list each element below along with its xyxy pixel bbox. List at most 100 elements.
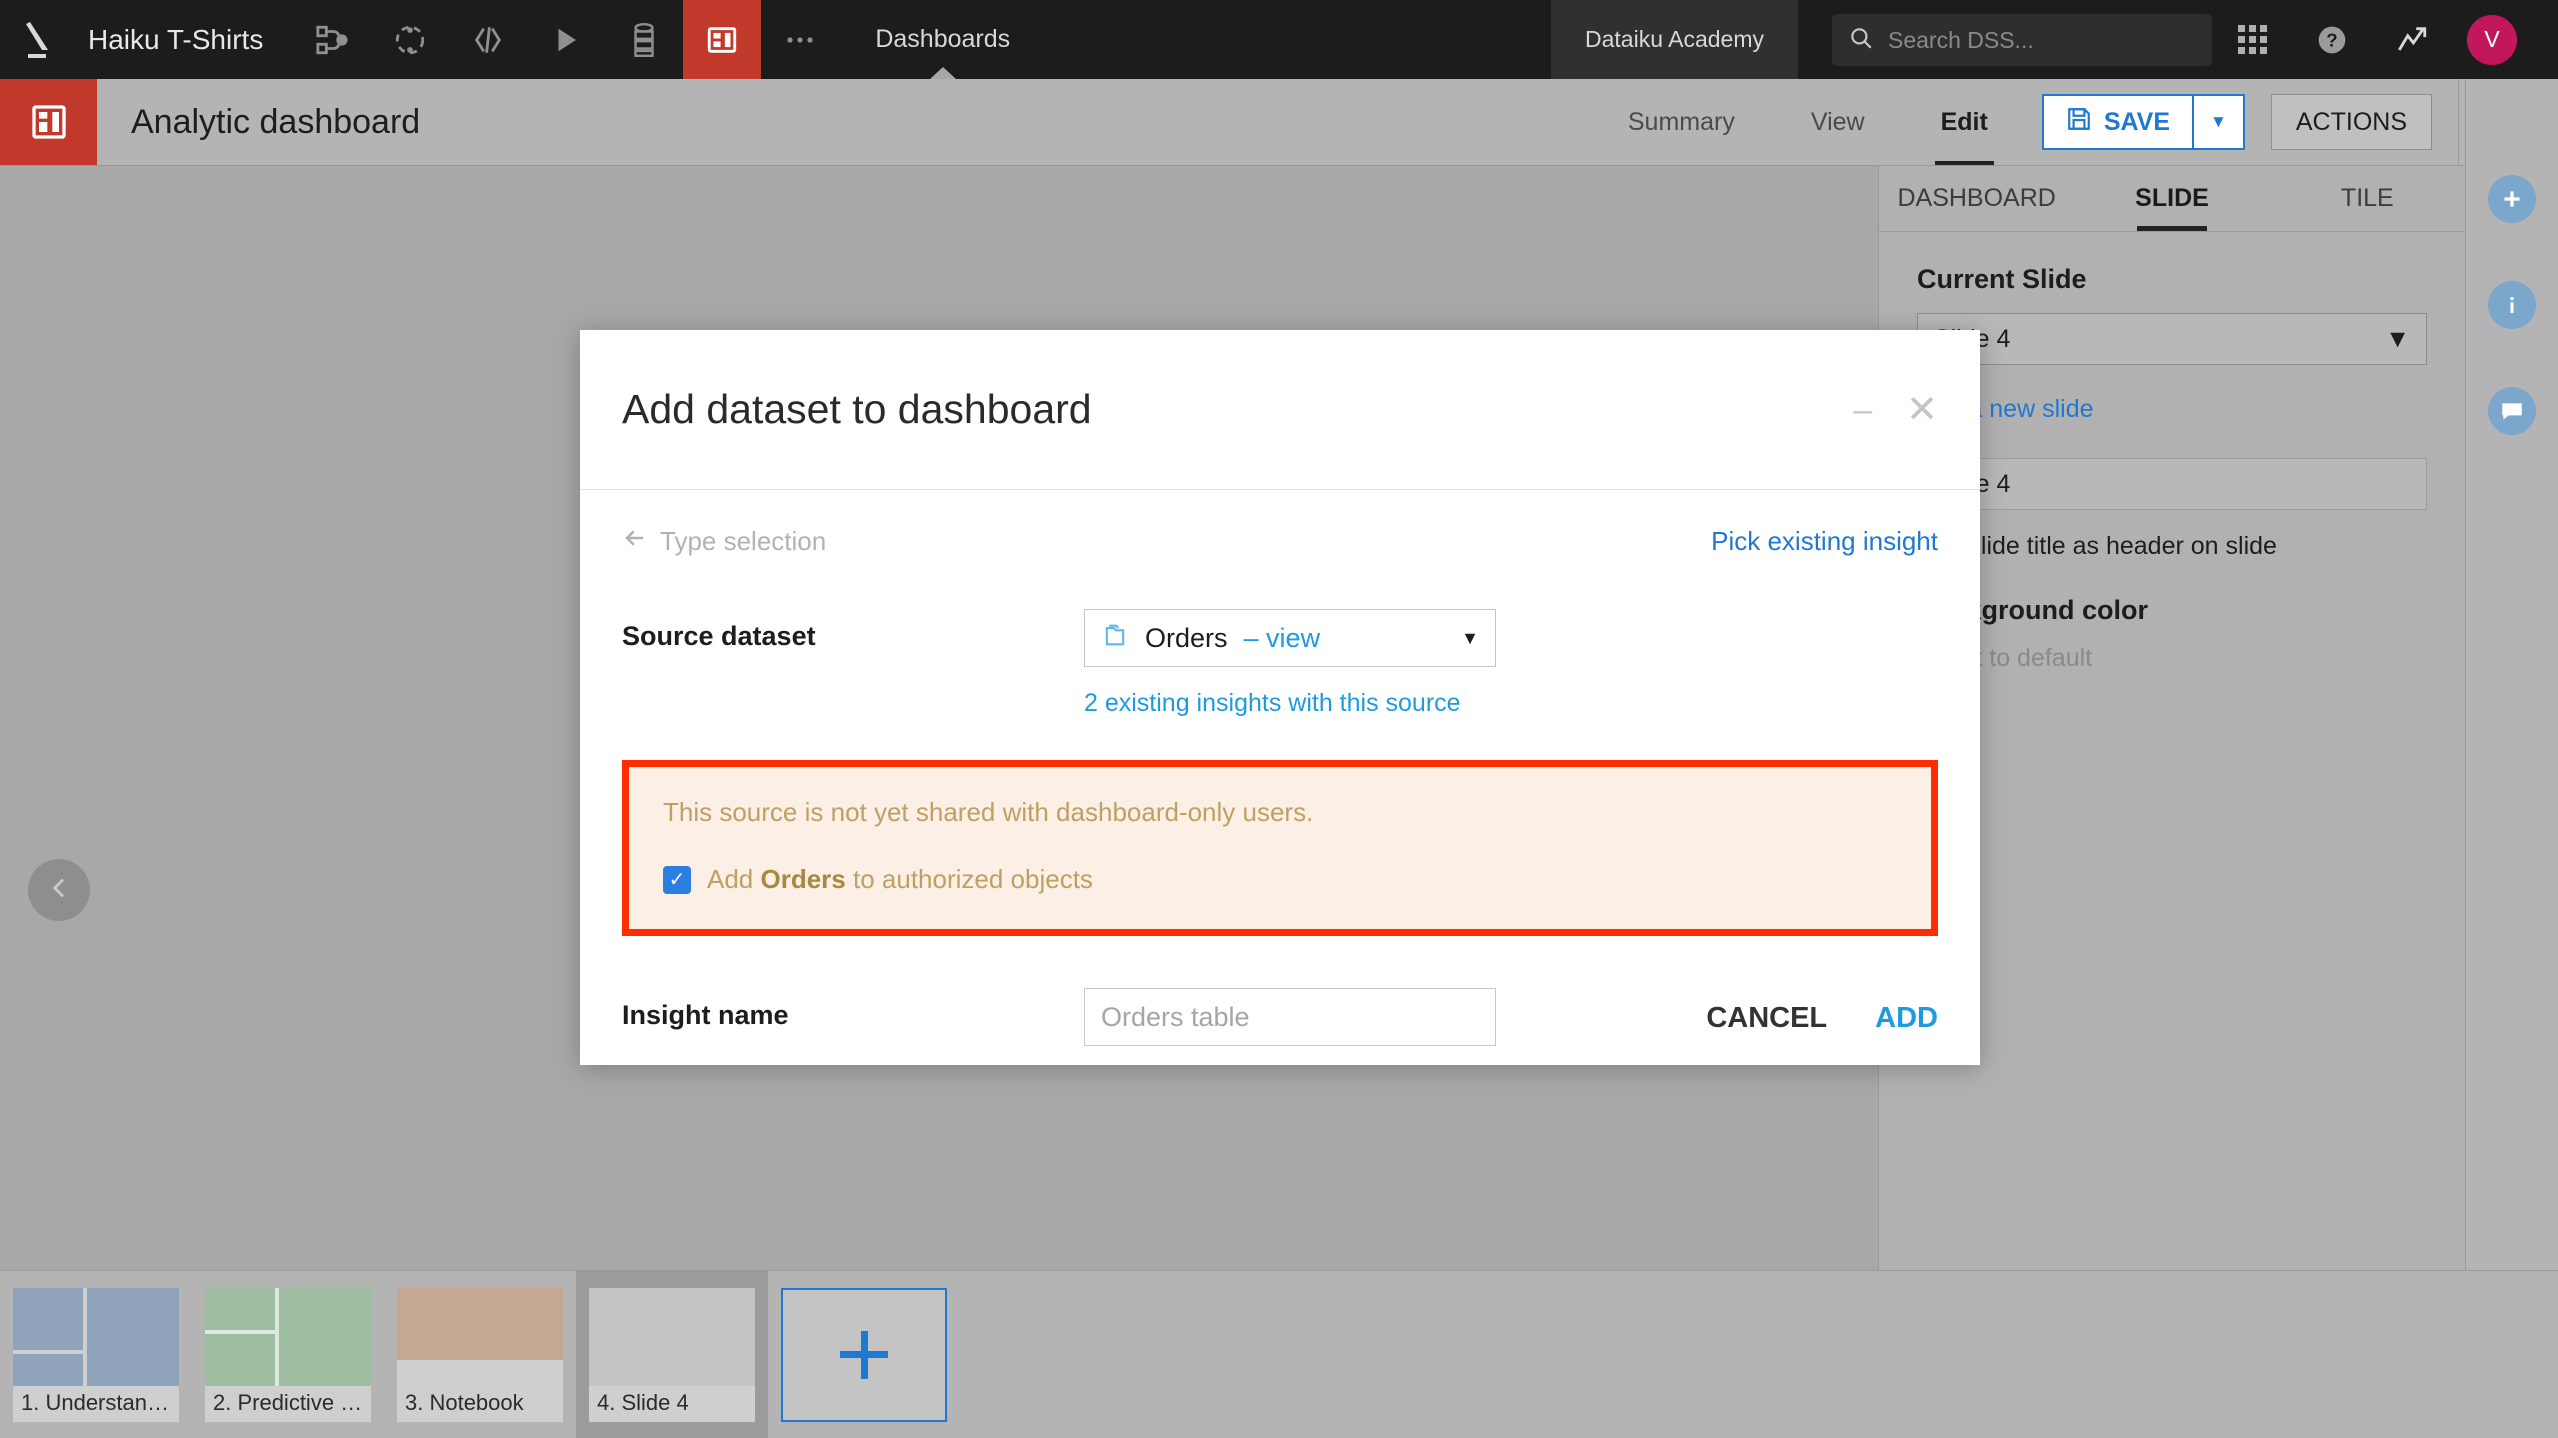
avatar-initial: V <box>2467 14 2517 65</box>
authorize-source-label: Add Orders to authorized objects <box>707 864 1093 895</box>
existing-insights-link[interactable]: 2 existing insights with this source <box>1084 689 1496 718</box>
minimize-icon[interactable]: – <box>1853 393 1872 427</box>
subheader-spacer <box>420 79 1590 165</box>
avatar[interactable]: V <box>2452 14 2532 65</box>
trend-icon[interactable] <box>2372 23 2452 57</box>
back-to-type-selection[interactable]: Type selection <box>622 526 826 557</box>
info-icon[interactable] <box>2488 281 2536 329</box>
tab-view[interactable]: View <box>1773 79 1903 165</box>
search-placeholder: Search DSS... <box>1888 26 2034 53</box>
right-icon-rail <box>2465 79 2558 1438</box>
slide-thumbnail-strip: 1. Understan… 2. Predictive … 3. Noteboo… <box>0 1270 2558 1438</box>
dashboards-icon[interactable] <box>683 0 762 79</box>
nav-section-pointer <box>929 67 956 79</box>
authorize-source-checkbox[interactable]: ✓ <box>663 865 691 894</box>
current-slide-label: Current Slide <box>1917 264 2087 294</box>
pick-existing-insight-link[interactable]: Pick existing insight <box>1711 526 1938 557</box>
actions-button[interactable]: ACTIONS <box>2270 94 2432 150</box>
chevron-down-icon: ▼ <box>1461 627 1479 648</box>
dataiku-logo-icon[interactable] <box>0 0 78 79</box>
add-slide-button[interactable] <box>768 1271 960 1438</box>
sharing-warning-box: This source is not yet shared with dashb… <box>622 760 1938 936</box>
source-dataset-label: Source dataset <box>622 621 816 651</box>
arrow-left-icon <box>622 526 646 557</box>
source-dataset-row: Source dataset Orders – view ▼ 2 existin… <box>622 609 1938 718</box>
source-dataset-select[interactable]: Orders – view ▼ <box>1084 609 1496 667</box>
page-title: Analytic dashboard <box>131 102 421 141</box>
floppy-disk-icon <box>2066 106 2092 139</box>
slide-label: 1. Understan… <box>21 1389 169 1415</box>
authorize-suffix: to authorized objects <box>845 864 1093 894</box>
slide-label: 3. Notebook <box>405 1389 524 1415</box>
warning-message: This source is not yet shared with dashb… <box>663 797 1314 827</box>
panel-tab-slide[interactable]: SLIDE <box>2074 166 2269 231</box>
insight-name-input[interactable]: Orders table <box>1084 988 1496 1046</box>
add-tile-icon[interactable] <box>2488 175 2536 223</box>
reset-to-default-link[interactable]: Reset to default <box>1917 644 2427 673</box>
slide-thumb-preview: 4. Slide 4 <box>589 1287 755 1422</box>
slide-title-row: Slide 4 Use slide title as header on sli… <box>1917 458 2427 561</box>
close-icon[interactable]: ✕ <box>1906 391 1938 429</box>
save-button-label: SAVE <box>2103 107 2171 136</box>
apps-grid-icon[interactable] <box>2212 25 2292 54</box>
save-button[interactable]: SAVE ▼ <box>2041 94 2245 150</box>
modal-header: Add dataset to dashboard – ✕ <box>580 330 1980 490</box>
slide-thumbnail-2[interactable]: 2. Predictive … <box>192 1271 384 1438</box>
authorize-prefix: Add <box>707 864 761 894</box>
chevron-down-icon: ▼ <box>2385 324 2410 353</box>
help-icon[interactable]: ? <box>2292 24 2372 56</box>
add-new-slide-link[interactable]: Add a new slide <box>1917 395 2427 424</box>
add-button[interactable]: ADD <box>1875 1002 1938 1035</box>
slide-thumbnail-4[interactable]: 4. Slide 4 <box>576 1271 768 1438</box>
nav-section-label: Dashboards <box>875 25 1011 53</box>
jobs-icon[interactable] <box>605 0 683 79</box>
automation-icon[interactable] <box>527 0 605 79</box>
project-name[interactable]: Haiku T-Shirts <box>78 0 293 79</box>
modal-body: Type selection Pick existing insight Sou… <box>580 490 1980 1046</box>
dashboard-icon <box>0 79 97 165</box>
panel-tab-dashboard[interactable]: DASHBOARD <box>1879 166 2074 231</box>
academy-label[interactable]: Dataiku Academy <box>1551 0 1798 79</box>
code-icon[interactable] <box>449 0 527 79</box>
use-title-as-header-checkbox-label[interactable]: Use slide title as header on slide <box>1917 532 2427 561</box>
slide-label: 2. Predictive … <box>213 1389 363 1415</box>
insight-name-label: Insight name <box>622 1000 789 1030</box>
authorize-dataset-name: Orders <box>760 864 846 894</box>
chevron-left-icon <box>46 875 72 906</box>
cancel-button[interactable]: CANCEL <box>1706 1002 1827 1035</box>
top-navigation-bar: Haiku T-Shirts Dashboards Dataiku Academ… <box>0 0 2558 79</box>
panel-tab-tile[interactable]: TILE <box>2270 166 2465 231</box>
slide-thumb-preview: 3. Notebook <box>397 1287 563 1422</box>
slide-title-input[interactable]: Slide 4 <box>1917 458 2427 510</box>
modal-title: Add dataset to dashboard <box>622 386 1092 432</box>
modal-breadcrumb-row: Type selection Pick existing insight <box>622 526 1938 557</box>
lab-icon[interactable] <box>371 0 449 79</box>
nav-section-dashboards[interactable]: Dashboards <box>839 0 1046 79</box>
modal-footer: CANCEL ADD <box>1706 1002 1938 1035</box>
more-icon[interactable] <box>761 0 839 79</box>
tab-summary[interactable]: Summary <box>1590 79 1773 165</box>
slide-thumbnail-3[interactable]: 3. Notebook <box>384 1271 576 1438</box>
plus-icon <box>781 1287 947 1422</box>
source-dataset-suffix[interactable]: – view <box>1244 623 1321 654</box>
save-dropdown-caret[interactable]: ▼ <box>2192 96 2243 148</box>
prev-slide-button[interactable] <box>28 859 90 921</box>
dashboard-header: Analytic dashboard Summary View Edit SAV… <box>0 79 2558 166</box>
discussions-icon[interactable] <box>2488 387 2536 435</box>
panel-tabs: DASHBOARD SLIDE TILE <box>1879 166 2465 232</box>
slide-label: 4. Slide 4 <box>597 1389 689 1415</box>
add-dataset-modal: Add dataset to dashboard – ✕ Type select… <box>580 330 1980 1065</box>
authorize-source-checkbox-row[interactable]: ✓ Add Orders to authorized objects <box>663 864 1897 895</box>
flow-icon[interactable] <box>293 0 371 79</box>
dataset-icon <box>1101 621 1129 656</box>
background-color-label: Background color <box>1917 595 2149 625</box>
nav-right-icons: ? V <box>2212 0 2558 79</box>
search-input[interactable]: Search DSS... <box>1832 14 2212 66</box>
current-slide-select[interactable]: Slide 4 ▼ <box>1917 313 2427 365</box>
slide-thumbnail-1[interactable]: 1. Understan… <box>0 1271 192 1438</box>
tab-edit[interactable]: Edit <box>1903 79 2026 165</box>
back-label: Type selection <box>660 526 827 556</box>
slide-thumb-preview: 2. Predictive … <box>205 1287 371 1422</box>
svg-text:?: ? <box>2326 29 2337 50</box>
